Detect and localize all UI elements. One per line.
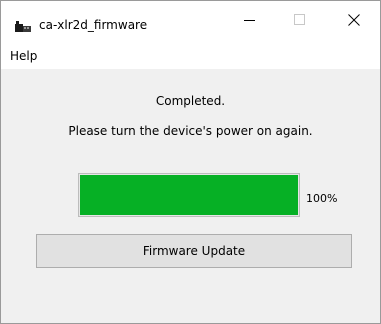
app-icon <box>15 17 31 32</box>
menu-item-help[interactable]: Help <box>8 48 39 64</box>
minimize-button[interactable] <box>227 1 273 39</box>
maximize-button[interactable] <box>277 1 323 39</box>
menu-bar: Help <box>1 45 380 67</box>
client-area: Completed. Please turn the device's powe… <box>1 69 380 323</box>
maximize-icon <box>294 11 306 30</box>
instruction-message: Please turn the device's power on again. <box>68 124 313 138</box>
minimize-icon <box>244 11 256 30</box>
app-window: ca-xlr2d_firmware Help Completed. Please… <box>0 0 381 324</box>
progress-fill <box>80 175 298 215</box>
window-title: ca-xlr2d_firmware <box>39 18 148 32</box>
progress-percent: 100% <box>306 192 338 205</box>
firmware-update-button[interactable]: Firmware Update <box>36 234 352 268</box>
status-message: Completed. <box>155 94 226 108</box>
close-button[interactable] <box>331 1 377 39</box>
progress-bar <box>78 173 300 217</box>
close-icon <box>348 11 360 30</box>
title-bar[interactable]: ca-xlr2d_firmware <box>1 1 380 39</box>
